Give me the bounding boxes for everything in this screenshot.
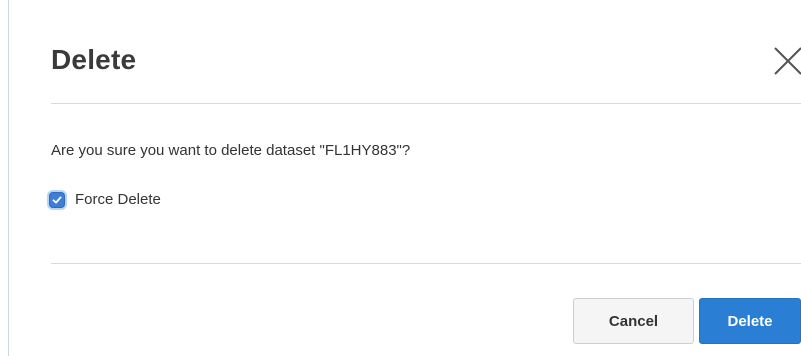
force-delete-checkbox[interactable] — [49, 191, 65, 208]
confirmation-message: Are you sure you want to delete dataset … — [51, 142, 411, 159]
footer-divider — [51, 263, 801, 264]
close-button[interactable] — [769, 42, 801, 78]
dialog-title: Delete — [51, 44, 137, 75]
delete-dialog: Delete Are you sure you want to delete d… — [9, 0, 801, 356]
cancel-button[interactable]: Cancel — [573, 298, 694, 344]
close-icon — [774, 47, 801, 75]
checkmark-icon — [52, 196, 62, 204]
header-divider — [51, 103, 801, 104]
page: Delete Are you sure you want to delete d… — [0, 0, 801, 356]
force-delete-label[interactable]: Force Delete — [75, 191, 161, 208]
delete-button[interactable]: Delete — [699, 298, 801, 344]
force-delete-row[interactable]: Force Delete — [49, 191, 161, 208]
